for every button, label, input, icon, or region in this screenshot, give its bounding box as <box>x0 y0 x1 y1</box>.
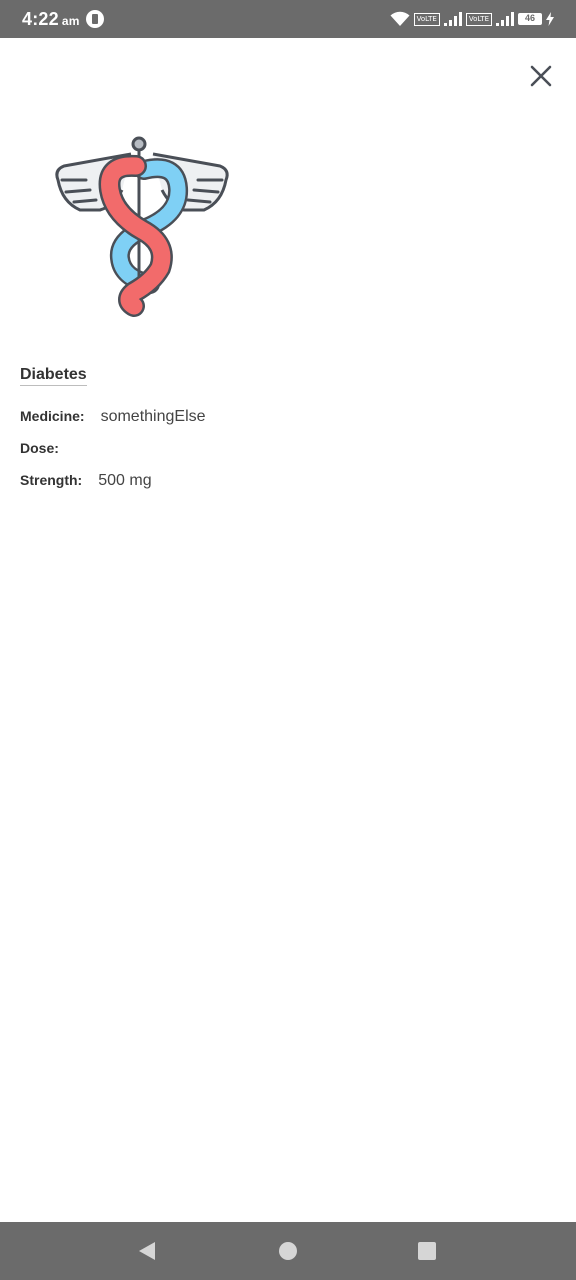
wifi-icon <box>390 11 410 26</box>
close-icon <box>530 65 552 87</box>
status-ampm: am <box>61 14 80 28</box>
strength-row: Strength: 500 mg <box>20 472 152 490</box>
signal-icon <box>496 12 514 26</box>
volte-badge: VoLTE <box>465 12 492 26</box>
medicine-label: Medicine: <box>20 408 85 424</box>
status-bar: 4:22 am VoLTE VoLTE 46 <box>0 0 576 38</box>
back-icon[interactable] <box>137 1241 157 1261</box>
status-time: 4:22 am <box>22 9 80 30</box>
medicine-value: somethingElse <box>100 408 206 425</box>
recent-apps-icon[interactable] <box>418 1242 436 1260</box>
strength-label: Strength: <box>20 472 83 488</box>
dose-label: Dose: <box>20 440 59 456</box>
volte-badge: VoLTE <box>413 12 440 26</box>
caduceus-icon <box>55 136 229 317</box>
condition-title: Diabetes <box>20 366 87 386</box>
charging-icon <box>546 12 554 26</box>
system-icons: VoLTE VoLTE 46 <box>390 9 554 29</box>
medicine-row: Medicine: somethingElse <box>20 408 206 426</box>
battery-icon: 46 <box>518 13 542 25</box>
home-icon[interactable] <box>279 1242 297 1260</box>
navigation-bar <box>0 1222 576 1280</box>
app-notification-icon <box>86 10 104 28</box>
signal-icon <box>443 12 462 26</box>
status-time-value: 4:22 <box>22 9 59 29</box>
dose-row: Dose: <box>20 440 75 456</box>
close-button[interactable] <box>525 60 557 92</box>
strength-value: 500 mg <box>98 472 152 489</box>
